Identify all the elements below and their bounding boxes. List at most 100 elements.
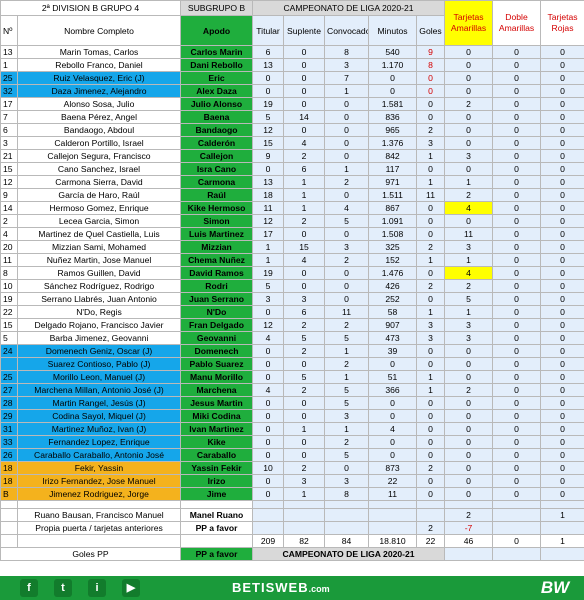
rojas-cell [540,521,584,535]
convocado-cell: 11 [324,305,370,319]
rojas-cell: 0 [540,214,584,228]
minutos-cell: 426 [368,279,418,293]
doble-amarillas-cell [492,521,542,535]
amarillas-cell: 1 [444,175,494,189]
instagram-icon[interactable]: i [88,579,106,597]
footer-banner: f t i ▶ BETISWEB.com BW [0,576,584,600]
player-number: 18 [0,474,18,488]
goles-cell: 3 [416,136,446,150]
player-name: Suarez Contioso, Pablo (J) [16,357,182,371]
rojas-cell: 0 [540,175,584,189]
minutos-cell: 152 [368,253,418,267]
player-number: 22 [0,305,18,319]
suplente-cell [283,508,326,522]
empty-cell [283,500,326,509]
minutos-cell: 325 [368,240,418,254]
minutos-cell: 0 [368,435,418,449]
rojas-cell: 0 [540,487,584,501]
titular-cell: 17 [252,227,285,241]
goles-cell: 1 [416,383,446,397]
player-apodo: Jesus Martin [180,396,254,410]
suplente-cell: 0 [283,409,326,423]
rojas-cell: 0 [540,344,584,358]
minutos-cell: 0 [368,84,418,98]
convocado-cell: 0 [324,279,370,293]
convocado-cell: 0 [324,188,370,202]
player-name: Hermoso Gomez, Enrique [16,201,182,215]
facebook-icon[interactable]: f [20,579,38,597]
doble-amarillas-cell: 0 [492,201,542,215]
twitter-icon[interactable]: t [54,579,72,597]
titular-cell: 0 [252,396,285,410]
goles-cell: 0 [416,110,446,124]
titular-cell: 0 [252,448,285,462]
player-name: N'Do, Regis [16,305,182,319]
minutos-cell [368,521,418,535]
convocado-cell: 1 [324,84,370,98]
player-apodo: Fran Delgado [180,318,254,332]
player-number [0,357,18,371]
rojas-cell: 0 [540,383,584,397]
player-row: 5 Barba Jimenez, Geovanni Geovanni 4 5 5 473 3 3… [0,331,584,345]
titular-cell: 1 [252,253,285,267]
youtube-icon[interactable]: ▶ [122,579,140,597]
player-number: 19 [0,292,18,306]
rojas-cell: 0 [540,123,584,137]
titular-cell [252,521,285,535]
titular-cell: 6 [252,45,285,59]
player-apodo: Caraballo [180,448,254,462]
bw-logo: BW [540,578,570,597]
player-apodo: David Ramos [180,266,254,280]
player-apodo: Alex Daza [180,84,254,98]
convocado-cell: 4 [324,201,370,215]
player-row: 25 Morillo Leon, Manuel (J) Manu Morillo 0 5… [0,370,584,384]
player-name: Lecea Garcia, Simon [16,214,182,228]
player-row: B Jimenez Rodriguez, Jorge Jime 0 1 8 11 0 0 0 0 [0,487,584,501]
player-row: 20 Mizzian Sami, Mohamed Mizzian 1 15 3 325 2 3 0… [0,240,584,254]
doble-amarillas-cell: 0 [492,383,542,397]
doble-amarillas-cell: 0 [492,474,542,488]
player-number: 17 [0,97,18,111]
player-name: Callejon Segura, Francisco [16,149,182,163]
player-name: Alonso Sosa, Julio [16,97,182,111]
amarillas-cell: 0 [444,396,494,410]
col-header-suplente: Suplente [283,15,326,46]
player-row: 31 Martinez Muñoz, Ivan (J) Ivan Martinez 0… [0,422,584,436]
doble-amarillas-cell: 0 [492,487,542,501]
player-number: 18 [0,461,18,475]
player-number: 11 [0,253,18,267]
minutos-cell: 39 [368,344,418,358]
goles-cell: 1 [416,305,446,319]
col-header-rojas: Tarjetas Rojas [540,0,584,46]
player-row: 1 Rebollo Franco, Daniel Dani Rebollo 13 0 3 1… [0,58,584,72]
player-name: Martin Rangel, Jesús (J) [16,396,182,410]
minutos-cell: 867 [368,201,418,215]
titular-cell: 0 [252,305,285,319]
col-header-amarillas: Tarjetas Amarillas [444,0,494,46]
col-header-titular: Titular [252,15,285,46]
amarillas-cell: 0 [444,461,494,475]
player-apodo: Julio Alonso [180,97,254,111]
player-row: 7 Baena Pérez, Angel Baena 5 14 0 836 0 0 0 0 [0,110,584,124]
player-number: 25 [0,370,18,384]
titular-cell: 12 [252,123,285,137]
minutos-cell: 1.170 [368,58,418,72]
goles-cell: 0 [416,474,446,488]
player-apodo: Irizo [180,474,254,488]
suplente-cell: 0 [283,396,326,410]
suplente-cell: 14 [283,110,326,124]
amarillas-cell: 2 [444,383,494,397]
league-title: 2ª DIVISION B GRUPO 4 [0,0,182,16]
player-name: Carmona Sierra, David [16,175,182,189]
player-name: Rebollo Franco, Daniel [16,58,182,72]
empty-cell [416,500,446,509]
spacer-row [0,500,584,509]
player-name: Ramos Guillen, David [16,266,182,280]
brand-logo[interactable]: BETISWEB.com [232,580,330,595]
player-name: Delgado Rojano, Francisco Javier [16,318,182,332]
convocado-cell: 8 [324,45,370,59]
rojas-cell: 0 [540,357,584,371]
minutos-cell: 0 [368,396,418,410]
amarillas-cell: 0 [444,448,494,462]
amarillas-cell: 1 [444,253,494,267]
